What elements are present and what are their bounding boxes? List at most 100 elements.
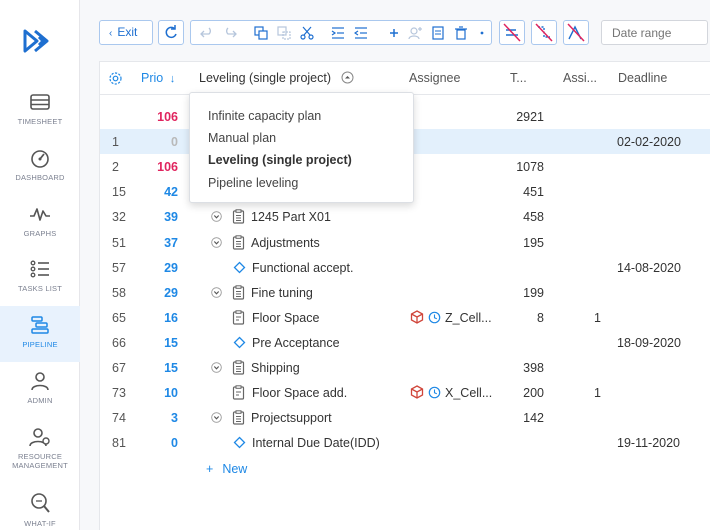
add-user-icon[interactable] [408,26,422,40]
new-row-button[interactable]: + New [206,462,247,476]
add-icon[interactable] [387,26,401,40]
nav-resource-management[interactable]: RESOURCE MANAGEMENT [0,427,80,481]
nav-graphs[interactable]: GRAPHS [0,204,80,258]
row-t-value: 199 [523,285,544,300]
header-assignee[interactable]: Assignee [409,71,460,85]
new-label: New [222,462,248,476]
redo-icon[interactable] [223,26,237,40]
row-assi-value: 1 [594,386,601,401]
clear-links-icon [567,23,585,42]
sort-desc-icon: ↓ [169,73,176,85]
table-row[interactable]: 81 0 Internal Due Date(IDD) 19-11-2020 [100,430,710,455]
nav-admin[interactable]: ADMIN [0,371,80,425]
table-row[interactable]: 32 39 1245 Part X01 458 [100,204,710,229]
table-row[interactable]: 57 29 Functional accept. 14-08-2020 [100,255,710,280]
row-deadline: 02-02-2020 [617,135,681,150]
row-t-value: 200 [523,386,544,401]
admin-icon [31,372,49,391]
nav-label: ADMIN [27,396,53,405]
table-row[interactable]: 65 16 Floor Space Z_Cell... 8 1 [100,305,710,330]
clear-leveling-button[interactable] [499,20,525,45]
app: TIMESHEET DASHBOARD GRAPHS TASKS LIST PI… [0,0,710,530]
timesheet-icon [30,94,50,110]
undo-icon[interactable] [200,26,214,40]
nav-label: TASKS LIST [18,284,62,293]
pipeline-icon [31,316,49,334]
refresh-icon [165,25,177,39]
nav-timesheet[interactable]: TIMESHEET [0,92,80,146]
row-deadline: 19-11-2020 [617,436,681,451]
nav-label: GRAPHS [23,229,57,238]
table-row[interactable]: 58 29 Fine tuning 199 [100,280,710,305]
nav-label: RESOURCE MANAGEMENT [12,452,68,470]
row-t-value: 142 [523,411,544,426]
row-assi-value: 1 [594,310,601,325]
tasks-list-icon [30,260,49,278]
row-t-value: 458 [523,210,544,225]
menu-item-pipeline-leveling[interactable]: Pipeline leveling [208,176,298,190]
nav-label: TIMESHEET [17,117,63,126]
dashboard-icon [31,150,49,168]
table-row[interactable]: 66 15 Pre Acceptance 18-09-2020 [100,330,710,355]
menu-item-infinite-capacity[interactable]: Infinite capacity plan [208,109,321,123]
row-name: Internal Due Date(IDD) [252,436,380,451]
clear-links-button[interactable] [563,20,589,45]
indent-icon[interactable] [331,26,345,40]
table-row[interactable]: 67 15 Shipping 398 [100,355,710,380]
row-t-value: 398 [523,361,544,375]
header-leveling[interactable]: Leveling (single project) [199,71,354,85]
milestone-diamond-icon [233,261,246,277]
row-name: Pre Acceptance [252,335,340,350]
clear-dependencies-icon [535,23,553,42]
nav-dashboard[interactable]: DASHBOARD [0,148,80,202]
chevron-left-icon: ‹ [109,28,113,39]
more-icon[interactable] [479,28,485,38]
header-prio[interactable]: Prio ↓ [141,71,175,85]
row-priority: 15 [164,335,178,350]
nav-label: DASHBOARD [15,173,65,182]
header-deadline[interactable]: Deadline [618,71,667,85]
menu-item-manual-plan[interactable]: Manual plan [208,131,276,145]
resource-management-icon [29,428,50,447]
delete-icon[interactable] [454,26,468,40]
nav-what-if[interactable]: WHAT-IF [0,492,80,530]
graphs-icon [30,208,50,221]
table-row[interactable]: 74 3 Projectsupport 142 [100,405,710,430]
what-if-icon [31,493,50,513]
refresh-button[interactable] [158,20,184,45]
nav-pipeline[interactable]: PIPELINE [0,306,80,362]
notes-icon[interactable] [431,26,445,40]
row-deadline: 18-09-2020 [617,335,681,350]
header-prio-label: Prio [141,71,164,85]
date-range-input[interactable] [601,20,708,45]
row-priority: 29 [164,260,178,275]
menu-item-leveling-single[interactable]: Leveling (single project) [208,153,352,167]
milestone-diamond-icon [233,336,246,352]
row-priority: 0 [171,135,178,150]
clear-bars-icon [503,23,521,42]
plus-icon: + [206,462,214,476]
header-leveling-label: Leveling (single project) [199,71,332,85]
chevron-up-icon [341,71,353,84]
clear-dependencies-button[interactable] [531,20,557,45]
row-t-value: 195 [523,235,544,250]
app-logo[interactable] [22,28,56,59]
settings-gear-icon[interactable] [108,71,123,86]
cut-icon[interactable] [300,26,314,40]
nav-tasks-list[interactable]: TASKS LIST [0,259,80,313]
milestone-diamond-icon [233,436,246,452]
row-name: Functional accept. [252,260,354,275]
sidebar: TIMESHEET DASHBOARD GRAPHS TASKS LIST PI… [0,0,80,530]
header-t[interactable]: T... [510,71,527,85]
header-assi[interactable]: Assi... [563,71,597,85]
nav-label: WHAT-IF [24,519,56,528]
exit-button[interactable]: ‹ Exit [99,20,153,45]
copy-icon[interactable] [254,26,268,40]
table-row[interactable]: 51 37 Adjustments 195 [100,230,710,255]
grid-header: Prio ↓ Leveling (single project) Assigne… [100,62,710,95]
nav-label: PIPELINE [22,340,58,349]
table-row[interactable]: 73 10 Floor Space add. X_Cell... 200 1 [100,380,710,405]
paste-icon[interactable] [277,26,291,40]
row-t-value: 8 [537,310,544,325]
outdent-icon[interactable] [354,26,368,40]
